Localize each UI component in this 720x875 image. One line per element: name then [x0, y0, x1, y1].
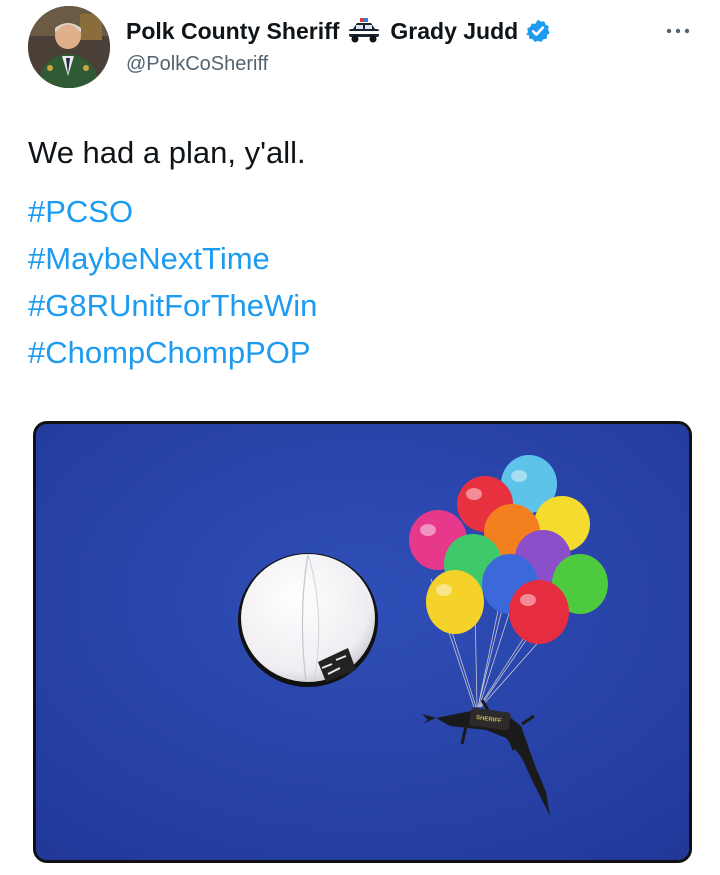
police-car-icon — [346, 17, 382, 45]
author-handle[interactable]: @PolkCoSheriff — [126, 53, 268, 76]
spy-balloon — [238, 553, 378, 687]
tweet-header: Polk County Sheriff Grady Judd @PolkCoSh… — [28, 6, 692, 96]
hashtag-link[interactable]: #PCSO — [28, 188, 692, 235]
author-name-suffix[interactable]: Grady Judd — [390, 18, 518, 45]
hashtag-list: #PCSO #MaybeNextTime #G8RUnitForTheWin #… — [28, 188, 692, 376]
tweet-body: We had a plan, y'all. #PCSO #MaybeNextTi… — [28, 133, 692, 376]
tweet-media-image[interactable]: SHERIFF — [33, 421, 692, 863]
more-options-icon[interactable] — [664, 24, 692, 36]
hashtag-link[interactable]: #MaybeNextTime — [28, 235, 692, 282]
hashtag-link[interactable]: #G8RUnitForTheWin — [28, 282, 692, 329]
author-name-row[interactable]: Polk County Sheriff Grady Judd — [126, 17, 551, 45]
avatar[interactable] — [28, 6, 110, 88]
tweet-text-line: We had a plan, y'all. — [28, 135, 306, 170]
hashtag-link[interactable]: #ChompChompPOP — [28, 329, 692, 376]
author-name[interactable]: Polk County Sheriff — [126, 18, 339, 45]
verified-badge-icon — [525, 18, 551, 44]
